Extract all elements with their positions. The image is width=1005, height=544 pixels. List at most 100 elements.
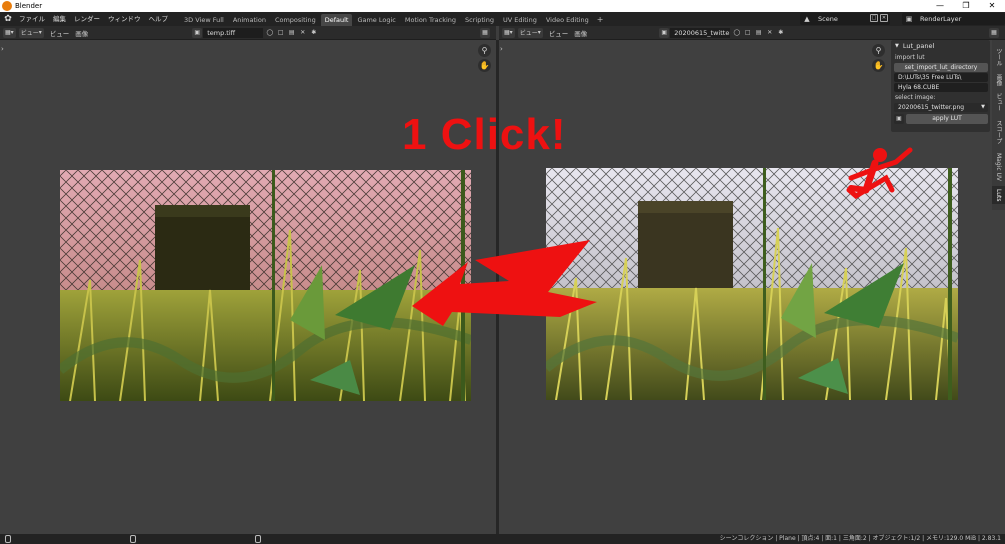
delete-scene-icon[interactable]: ✕ <box>880 14 888 22</box>
restore-icon[interactable]: ❐ <box>953 0 979 12</box>
tab-game-logic[interactable]: Game Logic <box>353 14 399 26</box>
tab-3d-view-full[interactable]: 3D View Full <box>180 14 228 26</box>
tab-motion-tracking[interactable]: Motion Tracking <box>401 14 460 26</box>
menu-view[interactable]: ビュー <box>50 28 70 38</box>
status-text: シーンコレクション | Plane | 頂点:4 | 面:1 | 三角面:2 |… <box>719 535 1001 542</box>
new-image-icon[interactable]: □ <box>276 28 285 37</box>
image-icon: ▣ <box>894 114 904 124</box>
menu-edit[interactable]: 編集 <box>49 12 70 26</box>
sidebar-tab-view[interactable]: ビュー <box>992 90 1005 114</box>
panel-collapse-icon[interactable]: ▼ <box>895 43 899 49</box>
pin-icon[interactable]: ✱ <box>309 28 318 37</box>
overlay-toggle-icon[interactable]: ▦ <box>989 28 999 38</box>
menu-view[interactable]: ビュー <box>549 28 569 38</box>
photo-original-image <box>546 168 958 400</box>
close-icon[interactable]: ✕ <box>979 0 1005 12</box>
workspace-tabs: 3D View Full Animation Compositing Defau… <box>180 13 594 26</box>
mode-label: ビュー <box>519 30 538 37</box>
blender-app-icon <box>2 1 12 11</box>
window-title: Blender <box>15 2 43 10</box>
editor-type-dropdown[interactable]: ▦▾ <box>502 27 515 38</box>
lut-directory-field[interactable]: D:\LUTs\35 Free LUTs\ <box>894 73 988 82</box>
sidebar-tab-scopes[interactable]: スコープ <box>992 116 1005 148</box>
new-image-icon[interactable]: □ <box>743 28 752 37</box>
blender-logo-icon[interactable]: ✿ <box>1 12 15 26</box>
image-selector[interactable]: ▣ 20200615_twitter... ◯ □ ▤ ✕ ✱ <box>659 27 785 38</box>
window-titlebar: Blender — ❐ ✕ <box>0 0 1005 12</box>
menu-file[interactable]: ファイル <box>15 12 49 26</box>
window-controls: — ❐ ✕ <box>927 0 1005 12</box>
editor-type-dropdown[interactable]: ▦▾ <box>3 27 16 38</box>
right-editor-header: ▦▾ ビュー▾ ビュー 画像 ▣ 20200615_twitter... ◯ □… <box>499 26 1005 40</box>
set-import-lut-directory-button[interactable]: set_import_lut_directory <box>894 63 988 72</box>
new-scene-icon[interactable]: □ <box>870 14 878 22</box>
menu-render[interactable]: レンダー <box>70 12 104 26</box>
zoom-icon[interactable]: ⚲ <box>872 44 885 57</box>
pan-hand-icon[interactable]: ✋ <box>872 59 885 72</box>
scene-icon: ▲ <box>804 15 810 23</box>
toolbar-expand-icon[interactable]: › <box>1 45 4 53</box>
lut-file-field[interactable]: Hyla 68.CUBE <box>894 83 988 92</box>
apply-lut-button[interactable]: apply LUT <box>906 114 988 124</box>
mouse-middle-icon <box>130 535 136 543</box>
lut-panel: ▼ Lut_panel import lut set_import_lut_di… <box>891 40 990 132</box>
pin-icon[interactable]: ✱ <box>776 28 785 37</box>
tab-default[interactable]: Default <box>320 13 353 26</box>
top-bar: ✿ ファイル 編集 レンダー ウィンドウ ヘルプ 3D View Full An… <box>0 12 1005 26</box>
unlink-image-icon[interactable]: ✕ <box>765 28 774 37</box>
image-name-field[interactable]: temp.tiff <box>203 27 264 38</box>
mode-dropdown[interactable]: ビュー ▾ <box>517 27 543 38</box>
photo-original <box>546 168 958 400</box>
lut-panel-title: Lut_panel <box>902 42 935 50</box>
chevron-down-icon: ▼ <box>981 104 985 110</box>
toolbar-expand-icon[interactable]: › <box>500 45 503 53</box>
scene-selector[interactable]: ▲ Scene □ ✕ <box>800 13 890 25</box>
tab-animation[interactable]: Animation <box>229 14 270 26</box>
add-workspace-icon[interactable]: + <box>597 15 604 24</box>
tab-uv-editing[interactable]: UV Editing <box>499 14 541 26</box>
render-layer-name: RenderLayer <box>920 15 962 23</box>
select-image-dropdown[interactable]: 20200615_twitter.png ▼ <box>894 103 988 112</box>
zoom-icon[interactable]: ⚲ <box>478 44 491 57</box>
fake-user-icon[interactable]: ◯ <box>265 28 274 37</box>
menu-image[interactable]: 画像 <box>574 28 587 38</box>
annotation-text: 1 Click! <box>402 110 567 159</box>
render-layer-selector[interactable]: ▣ RenderLayer <box>902 13 1005 25</box>
scene-name: Scene <box>818 15 838 23</box>
image-browse-icon[interactable]: ▣ <box>192 27 203 38</box>
open-image-icon[interactable]: ▤ <box>754 28 763 37</box>
mouse-right-icon <box>255 535 261 543</box>
menu-image[interactable]: 画像 <box>75 28 88 38</box>
image-selector[interactable]: ▣ temp.tiff ◯ □ ▤ ✕ ✱ <box>192 27 318 38</box>
minimize-icon[interactable]: — <box>927 0 953 12</box>
select-image-label: select image: <box>895 94 936 101</box>
mouse-left-icon <box>5 535 11 543</box>
overlay-toggle-icon[interactable]: ▦ <box>480 28 490 38</box>
tab-scripting[interactable]: Scripting <box>461 14 498 26</box>
menu-window[interactable]: ウィンドウ <box>104 12 145 26</box>
lut-panel-header[interactable]: ▼ Lut_panel <box>891 40 990 52</box>
selected-image-value: 20200615_twitter.png <box>898 104 965 111</box>
photo-edited <box>60 170 471 401</box>
menu-help[interactable]: ヘルプ <box>145 12 173 26</box>
open-image-icon[interactable]: ▤ <box>287 28 296 37</box>
sidebar-tab-image[interactable]: 画像 <box>992 72 1005 88</box>
sidebar-tab-luts[interactable]: Luts <box>992 186 1005 204</box>
mode-label: ビュー <box>20 30 39 37</box>
image-browse-icon[interactable]: ▣ <box>659 27 670 38</box>
pan-hand-icon[interactable]: ✋ <box>478 59 491 72</box>
left-editor-header: ▦▾ ビュー ▾ ビュー 画像 ▣ temp.tiff ◯ □ ▤ ✕ ✱ ▦ <box>0 26 496 40</box>
sidebar-tabs: ツール 画像 ビュー スコープ Magic UV Luts <box>992 40 1005 210</box>
tab-compositing[interactable]: Compositing <box>271 14 320 26</box>
photo-edited-image <box>60 170 471 401</box>
render-layer-icon: ▣ <box>905 15 913 23</box>
tab-video-editing[interactable]: Video Editing <box>542 14 593 26</box>
sidebar-tab-tool[interactable]: ツール <box>992 44 1005 70</box>
image-name-field[interactable]: 20200615_twitter... <box>670 27 731 38</box>
fake-user-icon[interactable]: ◯ <box>732 28 741 37</box>
import-lut-label: import lut <box>895 54 925 61</box>
mode-dropdown[interactable]: ビュー ▾ <box>18 27 44 38</box>
main-menu: ファイル 編集 レンダー ウィンドウ ヘルプ <box>15 12 172 26</box>
unlink-image-icon[interactable]: ✕ <box>298 28 307 37</box>
sidebar-tab-magic-uv[interactable]: Magic UV <box>992 150 1005 184</box>
